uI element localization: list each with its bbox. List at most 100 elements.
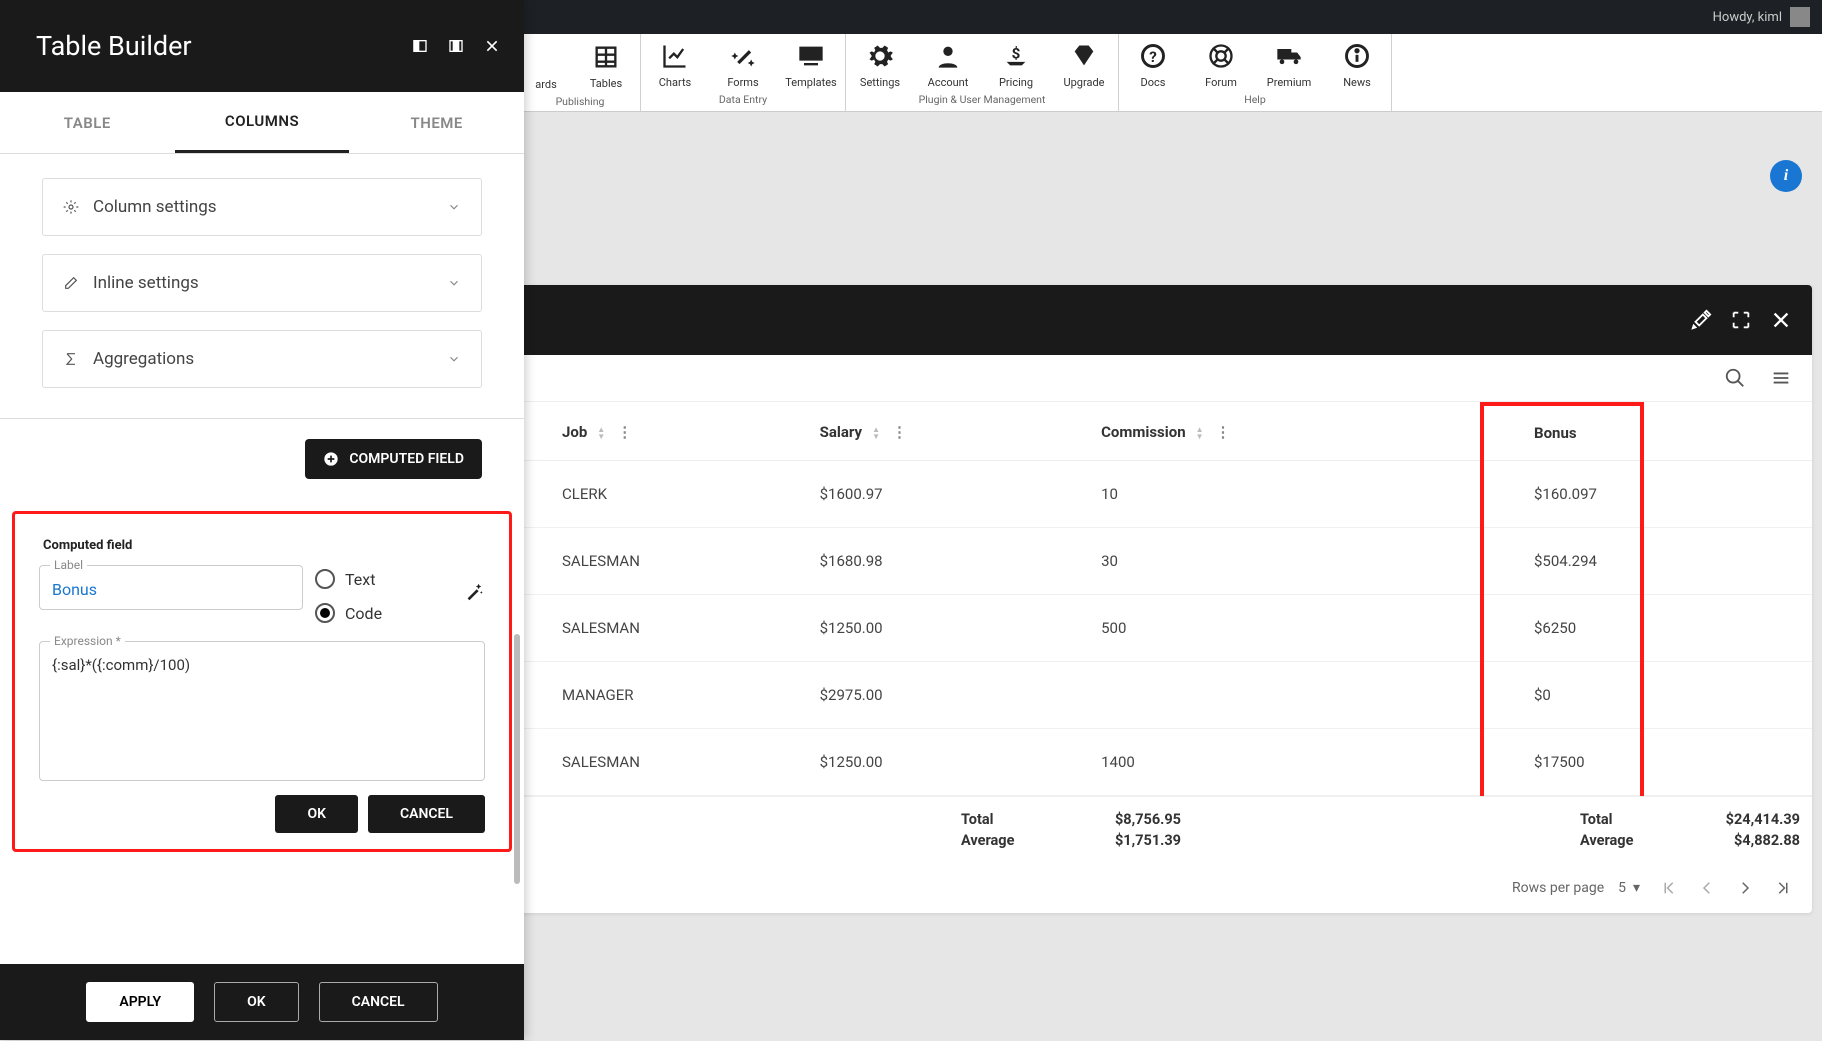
monitor-icon xyxy=(797,42,825,70)
sigma-icon xyxy=(63,351,79,367)
sidebar-tabs: TABLE COLUMNS THEME xyxy=(0,92,524,154)
toolbar-item-settings[interactable]: Settings xyxy=(846,34,914,89)
expression-caption: Expression * xyxy=(50,634,125,648)
menu-icon[interactable] xyxy=(1770,367,1792,389)
cell-job: MANAGER xyxy=(550,662,808,729)
cancel-button[interactable]: CANCEL xyxy=(319,982,438,1022)
magic-wand-button[interactable] xyxy=(463,581,485,607)
close-icon[interactable] xyxy=(484,38,500,54)
computed-field-legend: Computed field xyxy=(39,538,136,553)
radio-code[interactable]: Code xyxy=(315,603,382,623)
toolbar-item-forms[interactable]: Forms xyxy=(709,34,777,89)
col-menu-icon[interactable]: ⋮ xyxy=(617,423,632,441)
cell-bonus: $504.294 xyxy=(1482,528,1642,595)
gear-icon xyxy=(63,199,79,215)
cf-ok-button[interactable]: OK xyxy=(275,795,358,833)
col-job[interactable]: Job▲▼⋮ xyxy=(550,404,808,461)
col-commission[interactable]: Commission▲▼⋮ xyxy=(1089,404,1482,461)
ok-button[interactable]: OK xyxy=(214,982,299,1022)
info-badge[interactable]: i xyxy=(1770,160,1802,192)
cell-job: SALESMAN xyxy=(550,528,808,595)
rows-per-page-select[interactable]: 5 ▾ xyxy=(1618,880,1640,896)
col-bonus[interactable]: Bonus xyxy=(1482,404,1642,461)
cell-salary: $1680.98 xyxy=(808,528,1089,595)
apply-button[interactable]: APPLY xyxy=(86,982,194,1022)
toolbar-item-forum[interactable]: Forum xyxy=(1187,34,1255,89)
toolbar-item-templates[interactable]: Templates xyxy=(777,34,845,89)
cf-cancel-button[interactable]: CANCEL xyxy=(368,795,485,833)
col-menu-icon[interactable]: ⋮ xyxy=(892,423,907,441)
radio-text[interactable]: Text xyxy=(315,569,382,589)
footer-bonus-total-label: Total xyxy=(1580,811,1680,828)
sort-icon[interactable]: ▲▼ xyxy=(597,426,605,440)
chevron-down-icon xyxy=(447,200,461,214)
chevron-down-icon xyxy=(447,352,461,366)
footer-avg-val: $1,751.39 xyxy=(1071,832,1181,849)
toolbar-item-news[interactable]: News xyxy=(1323,34,1391,89)
tools-icon[interactable] xyxy=(1690,309,1712,331)
footer-total-val: $8,756.95 xyxy=(1071,811,1181,828)
col-menu-icon[interactable]: ⋮ xyxy=(1216,423,1231,441)
footer-total-label: Total xyxy=(961,811,1071,828)
cell-commission: 500 xyxy=(1089,595,1482,662)
toolbar-item-tables[interactable]: Tables xyxy=(572,34,640,91)
page-last-icon[interactable] xyxy=(1774,879,1792,897)
edit-icon xyxy=(63,275,79,291)
chart-icon xyxy=(661,42,689,70)
footer-bonus-avg-label: Average xyxy=(1580,832,1680,849)
scrollbar[interactable] xyxy=(514,634,520,884)
toolbar-item-premium[interactable]: Premium xyxy=(1255,34,1323,89)
search-icon[interactable] xyxy=(1724,367,1746,389)
user-icon xyxy=(934,42,962,70)
label-field-wrap: Label xyxy=(39,565,303,610)
expression-field-wrap: Expression * xyxy=(39,641,485,781)
page-next-icon[interactable] xyxy=(1736,879,1754,897)
accordion-aggregations[interactable]: Aggregations xyxy=(42,330,482,388)
truck-icon xyxy=(1275,42,1303,70)
close-icon[interactable] xyxy=(1770,309,1792,331)
greeting[interactable]: Howdy, kiml xyxy=(1713,10,1782,25)
toolbar-item-pricing[interactable]: $Pricing xyxy=(982,34,1050,89)
cell-bonus: $0 xyxy=(1482,662,1642,729)
cell-commission: 10 xyxy=(1089,461,1482,528)
toolbar-group-dataentry: Data Entry xyxy=(641,89,845,110)
tab-theme[interactable]: THEME xyxy=(349,92,524,153)
sort-icon[interactable]: ▲▼ xyxy=(1196,426,1204,440)
sort-icon[interactable]: ▲▼ xyxy=(872,426,880,440)
cell-salary: $1250.00 xyxy=(808,729,1089,796)
sidebar-title: Table Builder xyxy=(36,30,192,62)
tab-columns[interactable]: COLUMNS xyxy=(175,92,350,153)
plus-circle-icon xyxy=(323,451,339,467)
toolbar-item-boards[interactable]: ards xyxy=(520,34,572,91)
cell-bonus: $17500 xyxy=(1482,729,1642,796)
dock-center-icon[interactable] xyxy=(448,38,464,54)
add-computed-field-button[interactable]: COMPUTED FIELD xyxy=(305,439,482,479)
toolbar-item-account[interactable]: Account xyxy=(914,34,982,89)
expression-input[interactable] xyxy=(52,656,472,776)
rows-per-page-label: Rows per page xyxy=(1512,880,1604,896)
cell-salary: $1600.97 xyxy=(808,461,1089,528)
label-caption: Label xyxy=(50,558,87,572)
tab-table[interactable]: TABLE xyxy=(0,92,175,153)
accordion-column-settings[interactable]: Column settings xyxy=(42,178,482,236)
accordion-inline-settings[interactable]: Inline settings xyxy=(42,254,482,312)
toolbar-item-docs[interactable]: ?Docs xyxy=(1119,34,1187,89)
label-input[interactable] xyxy=(52,580,290,599)
sidebar-body: Column settings Inline settings Aggregat… xyxy=(0,154,524,964)
col-salary[interactable]: Salary▲▼⋮ xyxy=(808,404,1089,461)
toolbar-item-upgrade[interactable]: Upgrade xyxy=(1050,34,1118,89)
lifebuoy-icon xyxy=(1207,42,1235,70)
page-first-icon[interactable] xyxy=(1660,879,1678,897)
toolbar-item-charts[interactable]: Charts xyxy=(641,34,709,89)
chevron-down-icon xyxy=(447,276,461,290)
footer-bonus-avg-val: $4,882.88 xyxy=(1680,832,1800,849)
wand-icon xyxy=(463,581,485,603)
diamond-icon xyxy=(1070,42,1098,70)
cell-job: SALESMAN xyxy=(550,729,808,796)
dock-left-icon[interactable] xyxy=(412,38,428,54)
sidebar-header: Table Builder xyxy=(0,0,524,92)
svg-text:$: $ xyxy=(1012,44,1021,62)
avatar[interactable] xyxy=(1790,7,1810,27)
fullscreen-icon[interactable] xyxy=(1730,309,1752,331)
page-prev-icon[interactable] xyxy=(1698,879,1716,897)
